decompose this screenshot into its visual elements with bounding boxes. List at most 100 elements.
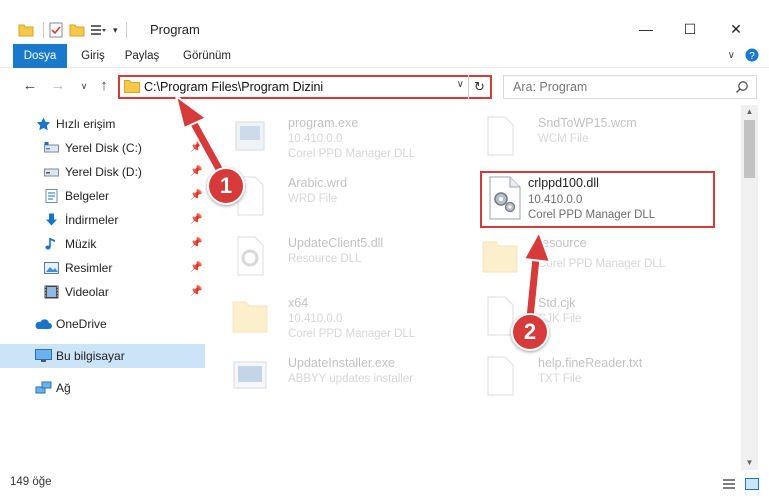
nav-network[interactable]: Ağ bbox=[0, 376, 205, 400]
details-view-icon[interactable] bbox=[722, 478, 736, 490]
folder-icon bbox=[482, 241, 518, 273]
nav-label: İndirmeler bbox=[65, 213, 119, 227]
nav-this-pc[interactable]: Bu bilgisayar bbox=[0, 344, 205, 368]
window-title: Program bbox=[150, 22, 200, 37]
nav-label: Yerel Disk (C:) bbox=[65, 141, 142, 155]
nav-onedrive[interactable]: OneDrive bbox=[0, 312, 205, 336]
nav-item-local-disk-d[interactable]: Yerel Disk (D:) 📌 bbox=[0, 160, 205, 184]
scroll-down-icon[interactable]: ▼ bbox=[741, 456, 758, 470]
scroll-up-icon[interactable]: ▲ bbox=[741, 105, 758, 119]
installer-icon bbox=[233, 361, 267, 389]
title-bar: ▾ Program — ☐ ✕ bbox=[0, 0, 769, 44]
nav-item-local-disk-c[interactable]: Yerel Disk (C:) 📌 bbox=[0, 136, 205, 160]
pin-icon[interactable]: 📌 bbox=[190, 184, 202, 208]
tab-home[interactable]: Giriş bbox=[78, 44, 108, 68]
address-dropdown-icon[interactable]: ∨ bbox=[457, 79, 464, 90]
minimize-button[interactable]: — bbox=[624, 18, 668, 40]
nav-label: Ağ bbox=[56, 381, 71, 395]
file-icon bbox=[487, 116, 514, 156]
up-button[interactable]: ↑ bbox=[94, 76, 114, 96]
scroll-thumb[interactable] bbox=[744, 120, 755, 178]
documents-icon bbox=[45, 189, 58, 203]
nav-label: Müzik bbox=[65, 237, 97, 251]
file-item[interactable]: help.fineReader.txt TXT File bbox=[480, 350, 715, 404]
nav-quick-access[interactable]: Hızlı erişim bbox=[0, 112, 205, 136]
nav-label: OneDrive bbox=[56, 317, 107, 331]
customize-icon[interactable] bbox=[90, 22, 106, 38]
search-box[interactable]: Ara: Program bbox=[503, 75, 757, 99]
pin-icon[interactable]: 📌 bbox=[190, 256, 202, 280]
nav-label: Resimler bbox=[65, 261, 113, 275]
vertical-scrollbar[interactable]: ▲ ▼ bbox=[741, 105, 758, 470]
nav-label: Belgeler bbox=[65, 189, 110, 203]
pin-icon[interactable]: 📌 bbox=[190, 136, 202, 160]
file-description: Corel PPD Manager DLL bbox=[288, 148, 416, 160]
back-button[interactable]: ← bbox=[20, 76, 40, 96]
quick-access-toolbar: ▾ bbox=[18, 19, 131, 41]
nav-label: Bu bilgisayar bbox=[56, 349, 125, 363]
pin-icon[interactable]: 📌 bbox=[190, 232, 202, 256]
help-icon[interactable]: ? bbox=[745, 48, 759, 62]
nav-label: Yerel Disk (D:) bbox=[65, 165, 142, 179]
file-version: 10.410.0.0 bbox=[288, 313, 343, 325]
forward-button[interactable]: → bbox=[48, 76, 68, 96]
maximize-button[interactable]: ☐ bbox=[668, 18, 712, 40]
new-folder-icon[interactable] bbox=[69, 22, 85, 38]
exe-icon bbox=[235, 121, 265, 151]
highlighted-file-item[interactable]: crlppd100.dll 10.410.0.0 Corel PPD Manag… bbox=[480, 171, 715, 228]
pin-icon[interactable]: 📌 bbox=[190, 208, 202, 232]
file-item[interactable]: resource Corel PPD Manager DLL bbox=[480, 230, 715, 284]
drive-icon bbox=[44, 142, 59, 153]
file-item[interactable]: program.exe 10.410.0.0 Corel PPD Manager… bbox=[230, 110, 465, 164]
pin-icon[interactable]: 📌 bbox=[190, 280, 202, 304]
star-icon bbox=[36, 117, 51, 131]
ribbon-controls: ∨ ? bbox=[728, 48, 759, 62]
file-list: program.exe 10.410.0.0 Corel PPD Manager… bbox=[215, 105, 741, 465]
music-icon bbox=[45, 238, 55, 250]
navigation-pane: Hızlı erişim Yerel Disk (C:) 📌 Yerel Dis… bbox=[0, 108, 205, 468]
folder-icon bbox=[18, 24, 34, 37]
file-item[interactable]: x64 10.410.0.0 Corel PPD Manager DLL bbox=[230, 290, 465, 344]
file-item[interactable]: Arabic.wrd WRD File bbox=[230, 170, 465, 224]
close-button[interactable]: ✕ bbox=[714, 18, 758, 40]
step-badge-1: 1 bbox=[207, 167, 245, 205]
file-name: crlppd100.dll bbox=[528, 176, 599, 190]
file-name: x64 bbox=[288, 296, 309, 310]
item-count: 149 öğe bbox=[10, 476, 52, 488]
nav-item-music[interactable]: Müzik 📌 bbox=[0, 232, 205, 256]
file-name: UpdateInstaller.exe bbox=[288, 356, 396, 370]
search-icon[interactable] bbox=[735, 80, 749, 94]
tab-file[interactable]: Dosya bbox=[13, 44, 67, 68]
pin-icon[interactable]: 📌 bbox=[190, 160, 202, 184]
videos-icon bbox=[44, 285, 59, 299]
file-item[interactable]: SndToWP15.wcm WCM File bbox=[480, 110, 715, 164]
nav-item-pictures[interactable]: Resimler 📌 bbox=[0, 256, 205, 280]
address-path[interactable]: C:\Program Files\Program Dizini bbox=[144, 80, 323, 94]
nav-item-videos[interactable]: Videolar 📌 bbox=[0, 280, 205, 304]
downloads-icon bbox=[46, 213, 57, 226]
file-explorer-window: ▾ Program — ☐ ✕ Dosya Giriş Paylaş Görün… bbox=[0, 0, 769, 501]
computer-icon bbox=[35, 349, 52, 362]
file-item[interactable]: UpdateClient5.dll Resource DLL bbox=[230, 230, 465, 284]
refresh-button[interactable]: ↻ bbox=[468, 75, 490, 99]
tab-share[interactable]: Paylaş bbox=[120, 44, 164, 68]
folder-icon bbox=[124, 80, 140, 93]
file-description: ABBYY updates installer bbox=[288, 373, 414, 385]
file-name: resource bbox=[538, 236, 587, 250]
nav-item-downloads[interactable]: İndirmeler 📌 bbox=[0, 208, 205, 232]
qat-dropdown-icon[interactable]: ▾ bbox=[113, 25, 118, 36]
nav-label: Hızlı erişim bbox=[56, 117, 116, 131]
file-name: program.exe bbox=[288, 116, 359, 130]
large-icons-view-icon[interactable] bbox=[745, 478, 759, 490]
expand-ribbon-icon[interactable]: ∨ bbox=[728, 50, 735, 61]
nav-item-documents[interactable]: Belgeler 📌 bbox=[0, 184, 205, 208]
file-item[interactable]: UpdateInstaller.exe ABBYY updates instal… bbox=[230, 350, 465, 404]
address-bar[interactable]: C:\Program Files\Program Dizini ∨ ↻ bbox=[118, 75, 492, 99]
tab-view[interactable]: Görünüm bbox=[177, 44, 237, 68]
properties-icon[interactable] bbox=[48, 22, 64, 38]
drive-icon bbox=[44, 168, 59, 177]
dll-icon bbox=[237, 236, 264, 276]
search-placeholder[interactable]: Ara: Program bbox=[513, 80, 587, 94]
file-description: Corel PPD Manager DLL bbox=[528, 209, 656, 221]
recent-locations-button[interactable]: ∨ bbox=[74, 76, 94, 96]
